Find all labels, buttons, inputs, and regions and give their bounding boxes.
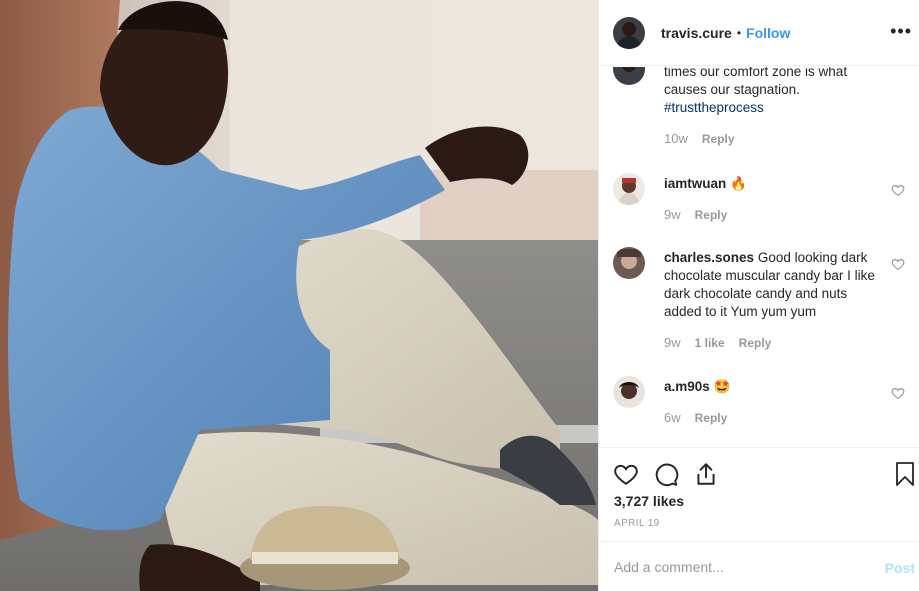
comment-text: 🔥: [730, 176, 747, 191]
commenter-avatar[interactable]: [613, 376, 645, 408]
comment-icon[interactable]: [653, 461, 679, 487]
more-options-icon[interactable]: •••: [890, 22, 912, 40]
commenter-username[interactable]: iamtwuan: [664, 176, 726, 191]
post-sidebar: travis.cure • Follow ••• times our comfo…: [598, 0, 919, 591]
comment-time[interactable]: 6w: [664, 410, 681, 425]
header-separator: •: [736, 25, 742, 40]
hashtag-link[interactable]: #trusttheprocess: [664, 99, 884, 117]
post-photo[interactable]: [0, 0, 598, 591]
comment-like-heart-icon[interactable]: [891, 183, 905, 197]
follow-button[interactable]: Follow: [746, 25, 790, 41]
comment-like-heart-icon[interactable]: [891, 257, 905, 271]
add-comment-bar: Post: [599, 541, 919, 591]
commenter-username[interactable]: charles.sones: [664, 250, 754, 265]
commenter-username[interactable]: a.m90s: [664, 379, 710, 394]
comment-input[interactable]: [614, 556, 854, 578]
comment-time[interactable]: 9w: [664, 335, 681, 350]
post-date: APRIL 19: [614, 518, 660, 529]
commenter-avatar[interactable]: [613, 247, 645, 279]
commenter-avatar[interactable]: [613, 173, 645, 205]
comments-list[interactable]: times our comfort zone is what causes ou…: [599, 67, 919, 446]
comment-like-heart-icon[interactable]: [891, 386, 905, 400]
comment-text: 🤩: [713, 379, 731, 394]
caption-avatar[interactable]: [613, 67, 645, 85]
author-username[interactable]: travis.cure: [661, 25, 732, 41]
heart-icon[interactable]: [613, 461, 639, 487]
reply-button[interactable]: Reply: [739, 336, 772, 350]
reply-button[interactable]: Reply: [695, 411, 728, 425]
author-avatar[interactable]: [613, 16, 645, 49]
caption-line: causes our stagnation.: [664, 82, 800, 97]
reply-button[interactable]: Reply: [695, 208, 728, 222]
likes-count[interactable]: 3,727 likes: [614, 493, 684, 509]
caption-line: times our comfort zone is what: [664, 67, 848, 79]
share-icon[interactable]: [693, 461, 719, 487]
comment-time[interactable]: 10w: [664, 131, 688, 146]
comment-time[interactable]: 9w: [664, 207, 681, 222]
reply-button[interactable]: Reply: [702, 132, 735, 146]
bookmark-icon[interactable]: [893, 461, 917, 487]
post-comment-button[interactable]: Post: [885, 560, 915, 576]
post-header: travis.cure • Follow •••: [599, 0, 919, 66]
comment-likes-count[interactable]: 1 like: [695, 336, 725, 350]
